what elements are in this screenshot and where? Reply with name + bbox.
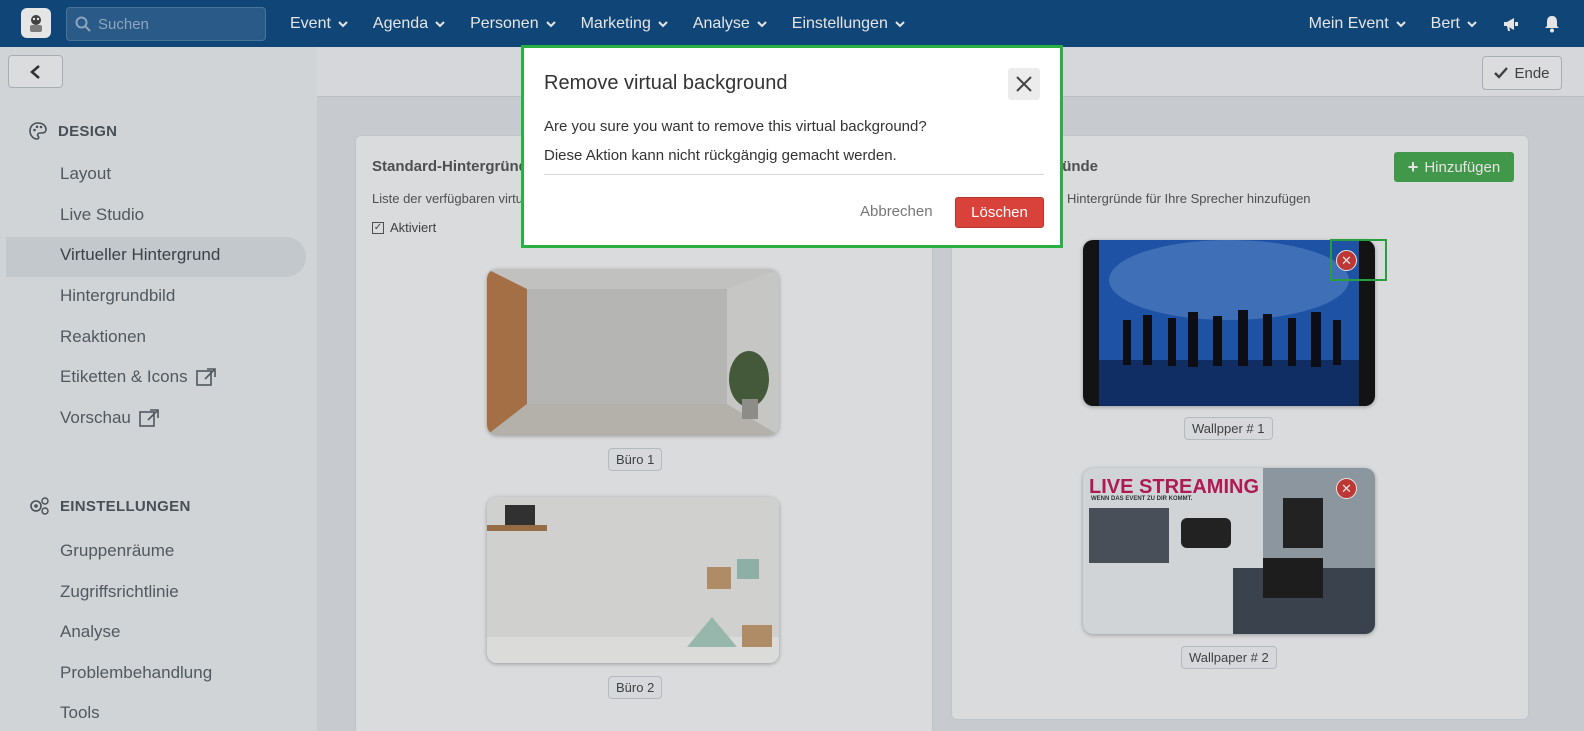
delete-button[interactable]: Löschen <box>955 197 1044 228</box>
confirm-dialog: Remove virtual background Are you sure y… <box>521 45 1063 248</box>
dialog-warning: Diese Aktion kann nicht rückgängig gemac… <box>544 147 897 164</box>
delete-button-label: Löschen <box>971 204 1028 221</box>
dialog-message: Are you sure you want to remove this vir… <box>544 118 927 135</box>
cancel-button[interactable]: Abbrechen <box>860 203 933 220</box>
divider <box>544 174 1044 175</box>
dialog-title: Remove virtual background <box>544 72 788 94</box>
close-icon <box>1016 76 1032 92</box>
close-button[interactable] <box>1008 68 1040 100</box>
